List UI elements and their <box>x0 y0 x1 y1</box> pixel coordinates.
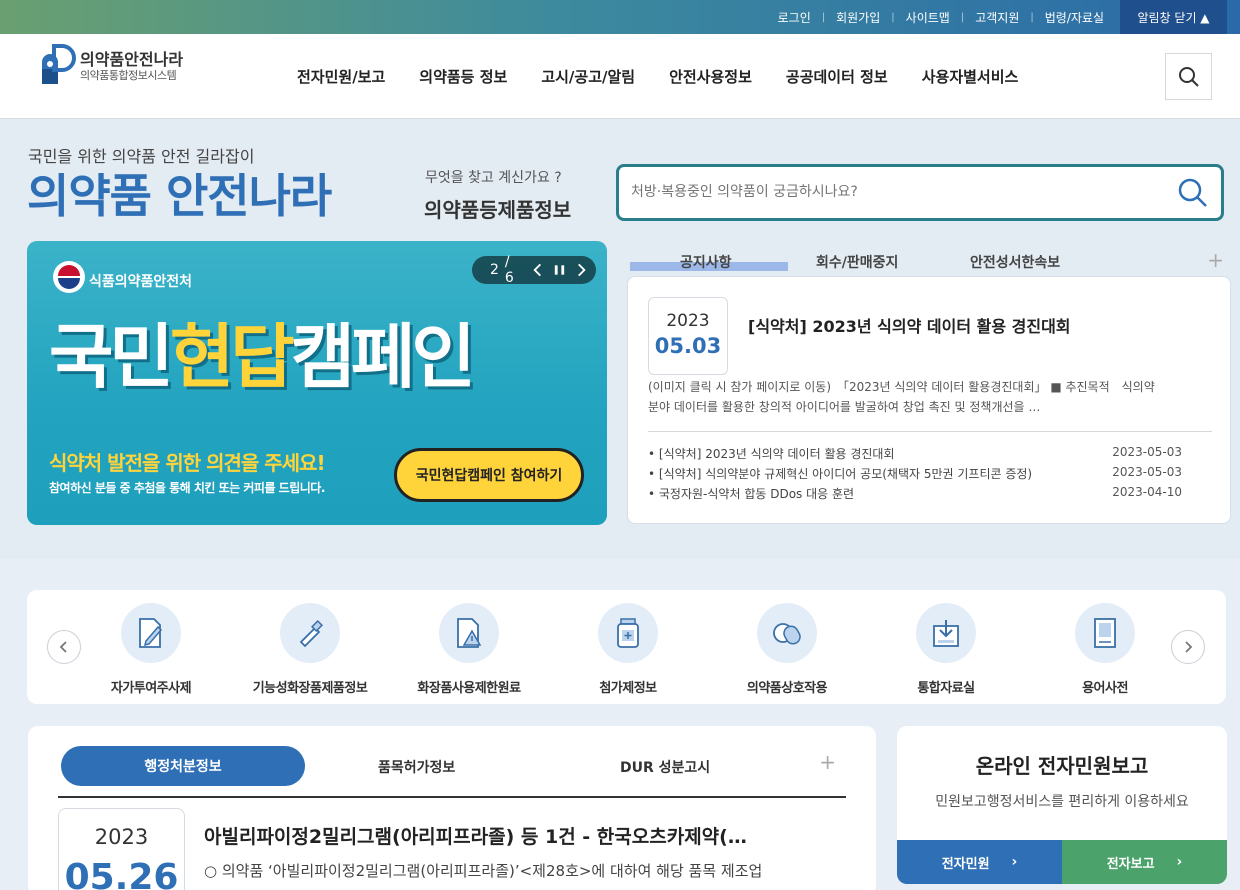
admin-date-box: 2023 05.26 <box>58 808 185 890</box>
quick-item-data-room[interactable]: 통합자료실 <box>866 603 1026 696</box>
warning-document-icon <box>439 603 499 663</box>
banner-subtitle: 식약처 발전을 위한 의견을 주세요! <box>49 451 326 475</box>
logo-mark-icon <box>40 44 76 88</box>
chevron-right-icon: › <box>1176 854 1183 870</box>
search-icon <box>1178 66 1199 87</box>
signup-link[interactable]: 회원가입 <box>825 9 891 26</box>
e-petition-button[interactable]: 전자민원 › <box>897 840 1062 884</box>
quick-item-functional-cosmetics[interactable]: 기능성화장품제품정보 <box>230 603 390 696</box>
banner-cta-button[interactable]: 국민현답캠페인 참여하기 <box>394 448 584 502</box>
header-search-button[interactable] <box>1165 53 1212 100</box>
notice-more-button[interactable]: + <box>1207 248 1224 272</box>
cosmetic-tube-icon <box>280 603 340 663</box>
nav-item-e-petition[interactable]: 전자민원/보고 <box>297 66 385 87</box>
book-icon <box>1075 603 1135 663</box>
utility-links: 로그인 | 회원가입 | 사이트맵 | 고객지원 | 법령/자료실 <box>767 0 1115 34</box>
admin-year: 2023 <box>94 825 149 849</box>
notice-year: 2023 <box>666 311 710 331</box>
nav-item-notices[interactable]: 고시/공고/알림 <box>541 66 635 87</box>
banner-title: 국민현답캠페인 <box>49 316 476 398</box>
alarm-close-button[interactable]: 알림창 닫기 ▲ <box>1120 0 1227 34</box>
site-logo[interactable]: 의약품안전나라 의약품통합정보시스템 <box>40 44 183 88</box>
tab-notices[interactable]: 공지사항 <box>680 252 732 272</box>
pill-capsule-icon <box>757 603 817 663</box>
logo-title: 의약품안전나라 <box>80 49 184 69</box>
admin-more-button[interactable]: + <box>819 750 836 774</box>
logo-subtitle: 의약품통합정보시스템 <box>80 68 177 82</box>
list-item[interactable]: • [식약처] 2023년 식의약 데이터 활용 경진대회 2023-05-03 <box>648 445 1212 465</box>
nav-item-safe-use[interactable]: 안전사용정보 <box>669 66 752 87</box>
pager-current: 2 <box>490 262 499 278</box>
hero-title: 의약품 안전나라 <box>27 169 332 223</box>
tab-safety-letters[interactable]: 안전성서한속보 <box>970 252 1060 272</box>
pause-icon[interactable] <box>552 262 567 278</box>
main-search-input[interactable] <box>619 167 1159 217</box>
nav-item-user-services[interactable]: 사용자별서비스 <box>922 66 1019 87</box>
pager-total: / 6 <box>504 254 514 286</box>
law-link[interactable]: 법령/자료실 <box>1034 9 1115 26</box>
search-prompt: 무엇을 찾고 계신가요 ? <box>425 170 562 186</box>
notice-date: 05.03 <box>654 334 722 358</box>
chevron-right-icon: › <box>1011 854 1018 870</box>
petition-title: 온라인 전자민원보고 <box>975 754 1149 778</box>
quick-item-self-injection[interactable]: 자가투여주사제 <box>71 603 231 696</box>
chevron-left-icon <box>59 641 67 653</box>
main-search-box <box>616 164 1224 221</box>
notice-tabs: 공지사항 회수/판매중지 안전성서한속보 + <box>630 248 1228 274</box>
tab-product-approvals[interactable]: 품목허가정보 <box>378 757 455 777</box>
online-petition-box: 온라인 전자민원보고 민원보고행정서비스를 편리하게 이용하세요 전자민원 › 전… <box>897 726 1227 884</box>
banner-description: 참여하신 분들 중 추첨을 통해 치킨 또는 커피를 드립니다. <box>49 481 325 495</box>
divider <box>648 431 1212 432</box>
nav-item-public-data[interactable]: 공공데이터 정보 <box>786 66 888 87</box>
search-category[interactable]: 의약품등제품정보 <box>424 194 571 223</box>
petition-subtitle: 민원보고행정서비스를 편리하게 이용하세요 <box>935 794 1189 810</box>
admin-description[interactable]: ○ 의약품 ‘아빌리파이정2밀리그램(아리피프라졸)’<제28호>에 대하여 해… <box>204 860 762 881</box>
banner-org-name: 식품의약품안전처 <box>89 274 193 290</box>
main-navigation: 전자민원/보고 의약품등 정보 고시/공고/알림 안전사용정보 공공데이터 정보… <box>280 34 1035 119</box>
search-icon <box>1178 178 1207 207</box>
quick-item-restricted-ingredients[interactable]: 화장품사용제한원료 <box>389 603 549 696</box>
list-item[interactable]: • 국정자원-식약처 합동 DDos 대응 훈련 2023-04-10 <box>648 485 1212 505</box>
quick-menu: 자가투여주사제 기능성화장품제품정보 화장품사용제한원료 첨가제정보 의약품상호… <box>27 590 1226 704</box>
quick-item-glossary[interactable]: 용어사전 <box>1025 603 1185 696</box>
tab-recalls[interactable]: 회수/판매중지 <box>816 252 898 272</box>
top-utility-bar: 로그인 | 회원가입 | 사이트맵 | 고객지원 | 법령/자료실 알림창 닫기… <box>0 0 1240 34</box>
download-box-icon <box>916 603 976 663</box>
tab-administrative-actions[interactable]: 행정처분정보 <box>61 746 305 786</box>
notice-panel: 2023 05.03 [식약처] 2023년 식의약 데이터 활용 경진대회 (… <box>627 276 1231 524</box>
chevron-left-icon[interactable] <box>531 262 544 278</box>
list-item[interactable]: • [식약처] 식의약분야 규제혁신 아이디어 공모(채택자 5만권 기프티콘 … <box>648 465 1212 485</box>
admin-headline[interactable]: 아빌리파이정2밀리그램(아리피프라졸) 등 1건 - 한국오츠카제약(… <box>204 822 747 849</box>
site-header: 의약품안전나라 의약품통합정보시스템 전자민원/보고 의약품등 정보 고시/공고… <box>0 34 1240 119</box>
campaign-banner[interactable]: 식품의약품안전처 국민현답캠페인 식약처 발전을 위한 의견을 주세요! 참여하… <box>27 241 607 525</box>
admin-info-panel: 행정처분정보 품목허가정보 DUR 성분고시 + 2023 05.26 아빌리파… <box>28 726 876 890</box>
notice-description[interactable]: (이미지 클릭 시 참가 페이지로 이동) 「2023년 식의약 데이터 활용경… <box>648 377 1168 417</box>
main-search-button[interactable] <box>1177 177 1209 213</box>
quick-item-drug-interactions[interactable]: 의약품상호작용 <box>707 603 867 696</box>
banner-pager: 2 / 6 <box>472 254 596 286</box>
e-report-button[interactable]: 전자보고 › <box>1062 840 1227 884</box>
notice-date-box: 2023 05.03 <box>648 297 728 375</box>
sitemap-link[interactable]: 사이트맵 <box>895 9 961 26</box>
notice-headline[interactable]: [식약처] 2023년 식의약 데이터 활용 경진대회 <box>748 313 1071 337</box>
medicine-bottle-icon <box>598 603 658 663</box>
nav-item-drug-info[interactable]: 의약품등 정보 <box>419 66 507 87</box>
notice-list: • [식약처] 2023년 식의약 데이터 활용 경진대회 2023-05-03 … <box>648 445 1212 505</box>
admin-tabs: 행정처분정보 품목허가정보 DUR 성분고시 + <box>58 746 846 798</box>
login-link[interactable]: 로그인 <box>767 9 822 26</box>
quick-item-additives[interactable]: 첨가제정보 <box>548 603 708 696</box>
admin-date: 05.26 <box>64 857 179 890</box>
government-emblem-icon <box>53 261 85 293</box>
pen-document-icon <box>121 603 181 663</box>
support-link[interactable]: 고객지원 <box>964 9 1030 26</box>
tab-dur-notices[interactable]: DUR 성분고시 <box>620 757 710 777</box>
chevron-right-icon[interactable] <box>575 262 588 278</box>
